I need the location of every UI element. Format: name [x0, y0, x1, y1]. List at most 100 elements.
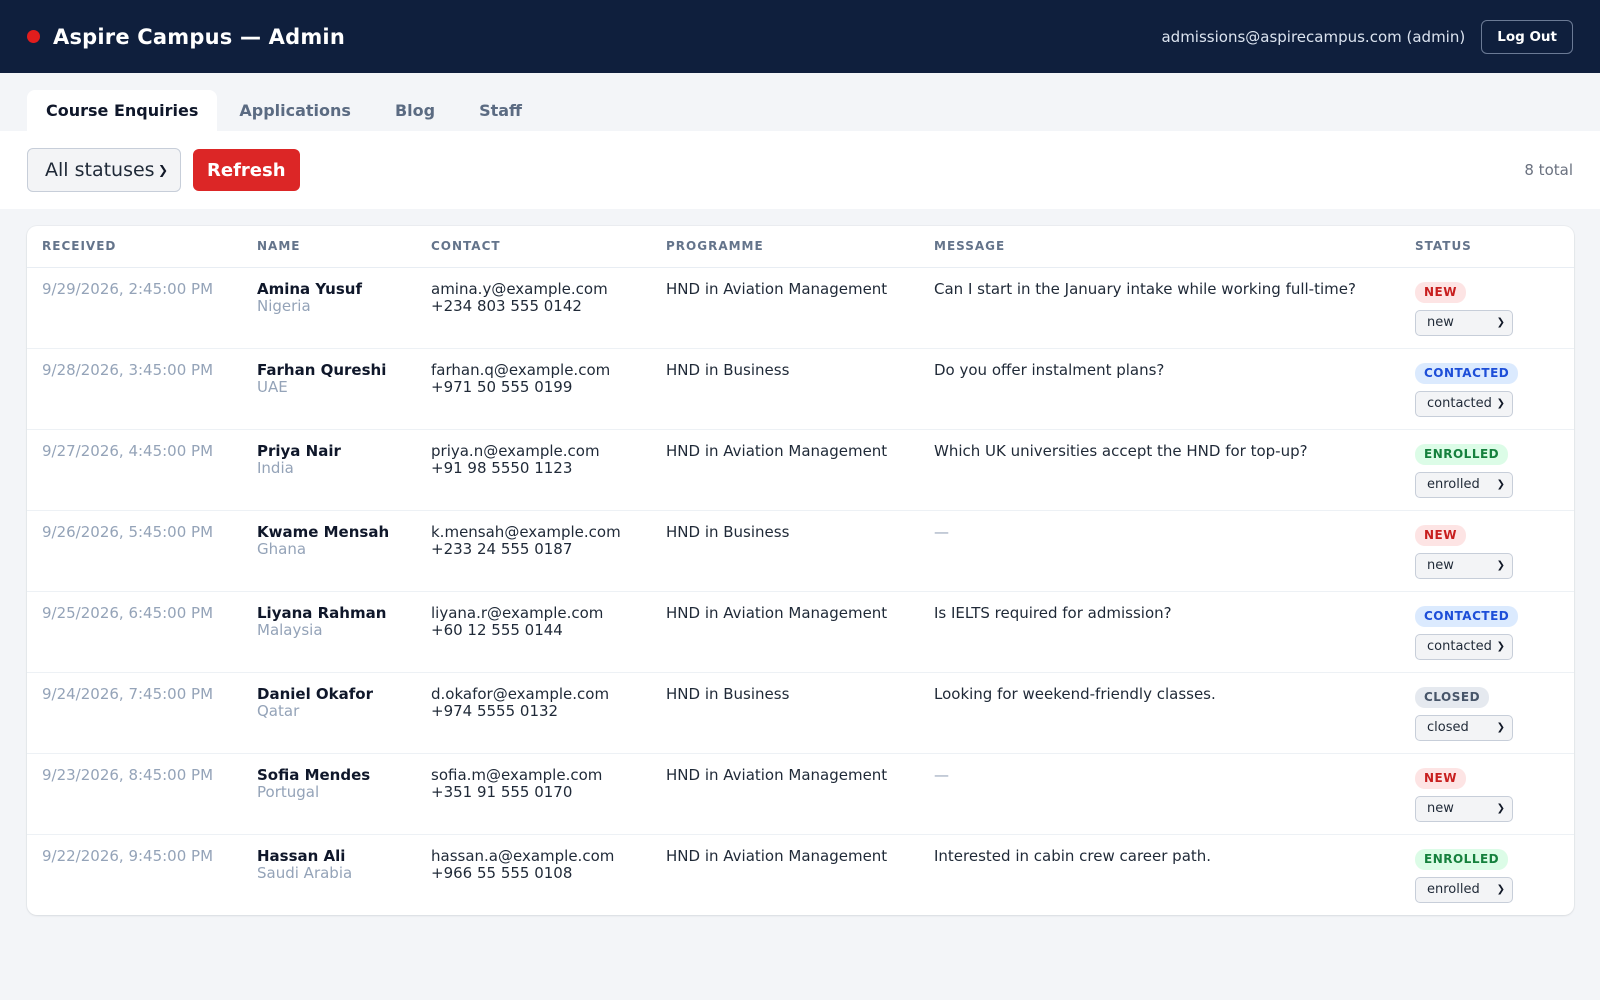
app-title: Aspire Campus — Admin	[53, 24, 345, 49]
message-cell: Do you offer instalment plans?	[934, 360, 1165, 379]
programme-cell: HND in Business	[666, 360, 790, 379]
tab-bar: Course Enquiries Applications Blog Staff	[0, 73, 1600, 131]
contact-name: Hassan Ali	[257, 846, 346, 865]
enquiries-table-card: RECEIVED NAME CONTACT PROGRAMME MESSAGE …	[27, 226, 1574, 915]
tab-blog[interactable]: Blog	[373, 90, 457, 131]
status-badge: CONTACTED	[1415, 362, 1519, 384]
contact-country: Saudi Arabia	[257, 863, 353, 882]
status-select[interactable]: new ❯	[1415, 309, 1513, 336]
total-count: 8 total	[1524, 161, 1573, 179]
chevron-down-icon: ❯	[1496, 641, 1505, 652]
refresh-button[interactable]: Refresh	[193, 149, 300, 191]
column-header-message[interactable]: MESSAGE	[919, 226, 1400, 268]
contact-country: Portugal	[257, 782, 320, 801]
column-header-contact[interactable]: CONTACT	[416, 226, 651, 268]
status-filter-value: All statuses	[45, 159, 155, 181]
contact-cell: sofia.m@example.com +351 91 555 0170	[416, 753, 651, 834]
chevron-down-icon: ❯	[1496, 479, 1505, 490]
status-cell: ENROLLED enrolled ❯	[1400, 429, 1574, 510]
contact-phone: +91 98 5550 1123	[431, 458, 573, 477]
table-row: 9/27/2026, 4:45:00 PM Priya Nair India pr…	[27, 429, 1574, 510]
chevron-down-icon: ❯	[157, 163, 168, 177]
column-header-programme[interactable]: PROGRAMME	[651, 226, 919, 268]
status-select[interactable]: enrolled ❯	[1415, 876, 1513, 903]
status-cell: CLOSED closed ❯	[1400, 672, 1574, 753]
received-date: 9/28/2026, 3:45:00 PM	[42, 360, 214, 379]
contact-email: farhan.q@example.com	[431, 360, 611, 379]
status-badge: NEW	[1415, 524, 1466, 546]
contact-cell: hassan.a@example.com +966 55 555 0108	[416, 834, 651, 914]
contact-name: Kwame Mensah	[257, 522, 390, 541]
column-header-status[interactable]: STATUS	[1400, 226, 1574, 268]
contact-country: Qatar	[257, 701, 300, 720]
table-row: 9/28/2026, 3:45:00 PM Farhan Qureshi UAE …	[27, 348, 1574, 429]
contact-cell: amina.y@example.com +234 803 555 0142	[416, 267, 651, 348]
contact-name: Priya Nair	[257, 441, 341, 460]
enquiries-table: RECEIVED NAME CONTACT PROGRAMME MESSAGE …	[27, 226, 1574, 914]
chevron-down-icon: ❯	[1496, 317, 1505, 328]
name-cell: Daniel Okafor Qatar	[242, 672, 416, 753]
message-cell: Interested in cabin crew career path.	[934, 846, 1212, 865]
contact-cell: k.mensah@example.com +233 24 555 0187	[416, 510, 651, 591]
status-cell: CONTACTED contacted ❯	[1400, 348, 1574, 429]
chevron-down-icon: ❯	[1496, 722, 1505, 733]
message-cell: Is IELTS required for admission?	[934, 603, 1172, 622]
chevron-down-icon: ❯	[1496, 884, 1505, 895]
toolbar-controls: All statuses ❯ Refresh	[27, 148, 300, 192]
toolbar: All statuses ❯ Refresh 8 total	[0, 131, 1600, 209]
status-select-value: new	[1427, 558, 1454, 573]
programme-cell: HND in Aviation Management	[666, 441, 888, 460]
status-badge: CONTACTED	[1415, 605, 1519, 627]
status-cell: NEW new ❯	[1400, 510, 1574, 591]
chevron-down-icon: ❯	[1496, 398, 1505, 409]
name-cell: Liyana Rahman Malaysia	[242, 591, 416, 672]
contact-country: UAE	[257, 377, 288, 396]
status-select[interactable]: closed ❯	[1415, 714, 1513, 741]
tab-course-enquiries[interactable]: Course Enquiries	[27, 90, 218, 131]
contact-phone: +233 24 555 0187	[431, 539, 573, 558]
table-row: 9/22/2026, 9:45:00 PM Hassan Ali Saudi Ar…	[27, 834, 1574, 914]
status-select-value: enrolled	[1427, 477, 1480, 492]
user-area: admissions@aspirecampus.com (admin) Log …	[1161, 19, 1573, 54]
logout-button[interactable]: Log Out	[1481, 19, 1573, 54]
contact-cell: farhan.q@example.com +971 50 555 0199	[416, 348, 651, 429]
status-select[interactable]: contacted ❯	[1415, 390, 1513, 417]
status-select-value: enrolled	[1427, 882, 1480, 897]
name-cell: Farhan Qureshi UAE	[242, 348, 416, 429]
status-select[interactable]: enrolled ❯	[1415, 471, 1513, 498]
table-row: 9/29/2026, 2:45:00 PM Amina Yusuf Nigeria…	[27, 267, 1574, 348]
status-select[interactable]: new ❯	[1415, 552, 1513, 579]
message-cell: —	[934, 765, 949, 784]
column-header-received[interactable]: RECEIVED	[27, 226, 242, 268]
column-header-name[interactable]: NAME	[242, 226, 416, 268]
received-date: 9/27/2026, 4:45:00 PM	[42, 441, 214, 460]
status-select[interactable]: contacted ❯	[1415, 633, 1513, 660]
status-badge: CLOSED	[1415, 686, 1490, 708]
tab-applications[interactable]: Applications	[217, 90, 373, 131]
message-cell: Which UK universities accept the HND for…	[934, 441, 1308, 460]
user-email: admissions@aspirecampus.com (admin)	[1161, 27, 1466, 46]
status-select[interactable]: new ❯	[1415, 795, 1513, 822]
contact-phone: +60 12 555 0144	[431, 620, 563, 639]
name-cell: Hassan Ali Saudi Arabia	[242, 834, 416, 914]
contact-email: amina.y@example.com	[431, 279, 608, 298]
status-cell: NEW new ❯	[1400, 267, 1574, 348]
top-bar: Aspire Campus — Admin admissions@aspirec…	[0, 0, 1600, 73]
contact-email: d.okafor@example.com	[431, 684, 610, 703]
name-cell: Amina Yusuf Nigeria	[242, 267, 416, 348]
programme-cell: HND in Aviation Management	[666, 279, 888, 298]
received-date: 9/23/2026, 8:45:00 PM	[42, 765, 214, 784]
contact-name: Sofia Mendes	[257, 765, 371, 784]
contact-name: Farhan Qureshi	[257, 360, 387, 379]
status-cell: NEW new ❯	[1400, 753, 1574, 834]
contact-phone: +234 803 555 0142	[431, 296, 582, 315]
contact-email: priya.n@example.com	[431, 441, 600, 460]
contact-phone: +974 5555 0132	[431, 701, 559, 720]
contact-cell: priya.n@example.com +91 98 5550 1123	[416, 429, 651, 510]
table-row: 9/25/2026, 6:45:00 PM Liyana Rahman Malay…	[27, 591, 1574, 672]
tab-staff[interactable]: Staff	[457, 90, 544, 131]
contact-cell: liyana.r@example.com +60 12 555 0144	[416, 591, 651, 672]
table-row: 9/23/2026, 8:45:00 PM Sofia Mendes Portug…	[27, 753, 1574, 834]
table-row: 9/26/2026, 5:45:00 PM Kwame Mensah Ghana …	[27, 510, 1574, 591]
status-filter-select[interactable]: All statuses ❯	[27, 148, 181, 192]
